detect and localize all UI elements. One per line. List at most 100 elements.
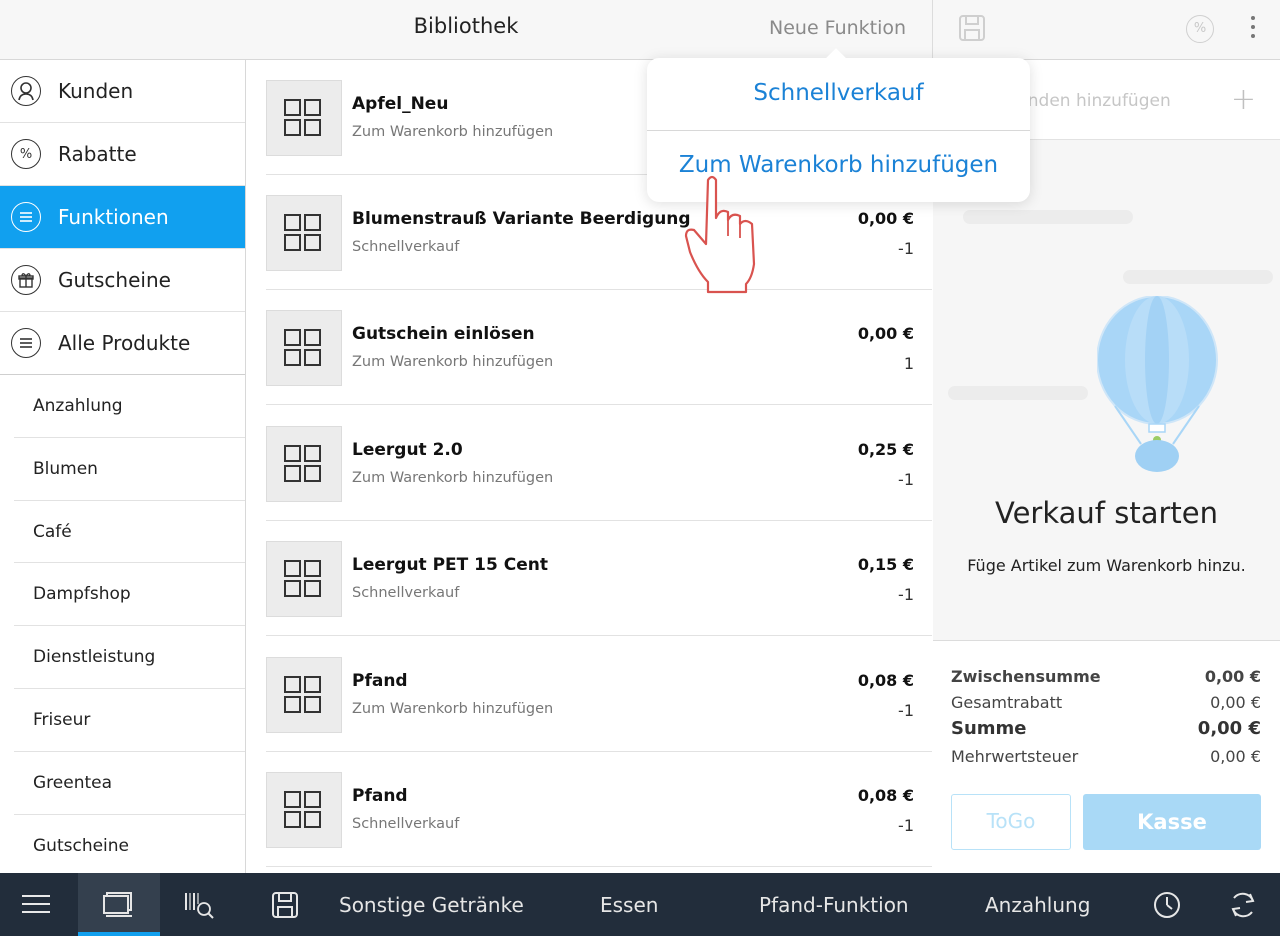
totals-panel: Zwischensumme 0,00 € Gesamtrabatt 0,00 €… <box>933 640 1280 873</box>
category-item[interactable]: Anzahlung <box>14 375 245 438</box>
discount-row: Gesamtrabatt 0,00 € <box>951 693 1261 712</box>
vat-row: Mehrwertsteuer 0,00 € <box>951 747 1261 766</box>
save-icon[interactable] <box>270 890 300 920</box>
grid-icon <box>284 445 324 485</box>
item-action: Schnellverkauf <box>352 816 460 832</box>
discount-icon[interactable]: % <box>1186 15 1214 43</box>
cloud-decoration <box>1123 270 1273 284</box>
item-price: 0,25 € <box>857 440 914 459</box>
item-action: Zum Warenkorb hinzufügen <box>352 124 554 140</box>
sidebar-item-label: Alle Produkte <box>58 331 191 355</box>
item-action: Schnellverkauf <box>352 239 460 255</box>
hot-air-balloon-icon <box>1097 296 1218 472</box>
subtotal-value: 0,00 € <box>1204 667 1261 686</box>
item-action: Zum Warenkorb hinzufügen <box>352 354 554 370</box>
top-bar: Bibliothek Neue Funktion % <box>0 0 1280 60</box>
grid-icon <box>284 791 324 831</box>
category-item[interactable]: Greentea <box>14 752 245 815</box>
category-label: Friseur <box>33 709 91 730</box>
sidebar-item-gutscheine[interactable]: Gutscheine <box>0 249 245 312</box>
subtotal-row: Zwischensumme 0,00 € <box>951 667 1261 686</box>
sum-value: 0,00 € <box>1197 718 1261 739</box>
sidebar-item-rabatte[interactable]: % Rabatte <box>0 123 245 186</box>
divider <box>647 130 1030 131</box>
category-item[interactable]: Dampfshop <box>14 563 245 627</box>
item-quantity: 1 <box>903 354 914 373</box>
product-thumbnail <box>266 772 342 848</box>
empty-cart-subtitle: Füge Artikel zum Warenkorb hinzu. <box>967 556 1246 575</box>
item-name: Pfand <box>352 671 408 691</box>
register-tab[interactable] <box>78 873 160 936</box>
list-icon <box>11 202 41 232</box>
tab-pfand-funktion[interactable]: Pfand-Funktion <box>759 893 909 917</box>
grid-icon <box>284 560 324 600</box>
tab-sonstige-getraenke[interactable]: Sonstige Getränke <box>339 893 524 917</box>
item-name: Apfel_Neu <box>352 94 449 114</box>
new-function-button[interactable]: Neue Funktion <box>769 17 906 39</box>
sync-icon[interactable] <box>1228 890 1258 920</box>
save-icon[interactable] <box>957 13 987 43</box>
hand-pointer-icon <box>684 175 756 294</box>
sum-row: Summe 0,00 € <box>951 718 1261 739</box>
item-quantity: -1 <box>898 239 914 258</box>
more-vertical-icon[interactable] <box>1246 16 1260 42</box>
item-name: Blumenstrauß Variante Beerdigung <box>352 209 691 229</box>
category-label: Greentea <box>33 772 113 793</box>
item-action: Schnellverkauf <box>352 585 460 601</box>
gift-icon <box>11 265 41 295</box>
checkout-button[interactable]: Kasse <box>1083 794 1261 850</box>
percent-icon: % <box>11 139 41 169</box>
item-price: 0,08 € <box>857 786 914 805</box>
category-label: Blumen <box>33 458 98 479</box>
item-action: Zum Warenkorb hinzufügen <box>352 470 554 486</box>
list-item[interactable]: Leergut 2.0 Zum Warenkorb hinzufügen 0,2… <box>266 406 932 521</box>
cloud-decoration <box>948 386 1088 400</box>
category-label: Café <box>33 521 72 542</box>
togo-button[interactable]: ToGo <box>951 794 1071 850</box>
category-label: Dampfshop <box>33 584 131 605</box>
item-quantity: -1 <box>898 816 914 835</box>
item-action: Zum Warenkorb hinzufügen <box>352 701 554 717</box>
empty-cart-title: Verkauf starten <box>995 496 1218 530</box>
product-thumbnail <box>266 541 342 617</box>
sidebar-item-label: Kunden <box>58 79 134 103</box>
category-item[interactable]: Friseur <box>14 689 245 752</box>
plus-icon[interactable]: + <box>1231 82 1256 117</box>
category-label: Anzahlung <box>33 396 123 416</box>
category-item[interactable]: Café <box>14 501 245 564</box>
product-thumbnail <box>266 426 342 502</box>
barcode-search-icon[interactable] <box>184 890 214 920</box>
sidebar-item-label: Rabatte <box>58 142 137 166</box>
tab-anzahlung[interactable]: Anzahlung <box>985 893 1090 917</box>
sidebar-item-label: Funktionen <box>58 205 169 229</box>
category-item[interactable]: Gutscheine <box>14 815 245 878</box>
list-icon <box>11 328 41 358</box>
sidebar-item-alle-produkte[interactable]: Alle Produkte <box>0 312 245 375</box>
item-name: Leergut 2.0 <box>352 440 463 460</box>
product-thumbnail <box>266 657 342 733</box>
list-item[interactable]: Leergut PET 15 Cent Schnellverkauf 0,15 … <box>266 521 932 636</box>
category-label: Dienstleistung <box>33 647 156 668</box>
sidebar-item-funktionen[interactable]: Funktionen <box>0 186 245 249</box>
tab-essen[interactable]: Essen <box>600 893 658 917</box>
register-icon <box>103 892 132 917</box>
sidebar-item-kunden[interactable]: Kunden <box>0 60 245 123</box>
person-icon <box>11 76 41 106</box>
menu-icon[interactable] <box>22 895 50 915</box>
list-item[interactable]: Pfand Schnellverkauf 0,08 € -1 <box>266 752 932 867</box>
category-item[interactable]: Dienstleistung <box>14 626 245 689</box>
list-item[interactable]: Pfand Zum Warenkorb hinzufügen 0,08 € -1 <box>266 637 932 752</box>
grid-icon <box>284 676 324 716</box>
item-name: Gutschein einlösen <box>352 324 535 344</box>
item-quantity: -1 <box>898 585 914 604</box>
grid-icon <box>284 214 324 254</box>
discount-value: 0,00 € <box>1210 693 1261 712</box>
sidebar-item-label: Gutscheine <box>58 268 171 292</box>
category-item[interactable]: Blumen <box>14 438 245 501</box>
divider <box>932 0 933 60</box>
active-tab-indicator <box>78 932 160 936</box>
quick-sale-option[interactable]: Schnellverkauf <box>647 80 1030 106</box>
list-item[interactable]: Gutschein einlösen Zum Warenkorb hinzufü… <box>266 290 932 405</box>
clock-icon[interactable] <box>1152 890 1182 920</box>
grid-icon <box>284 99 324 139</box>
